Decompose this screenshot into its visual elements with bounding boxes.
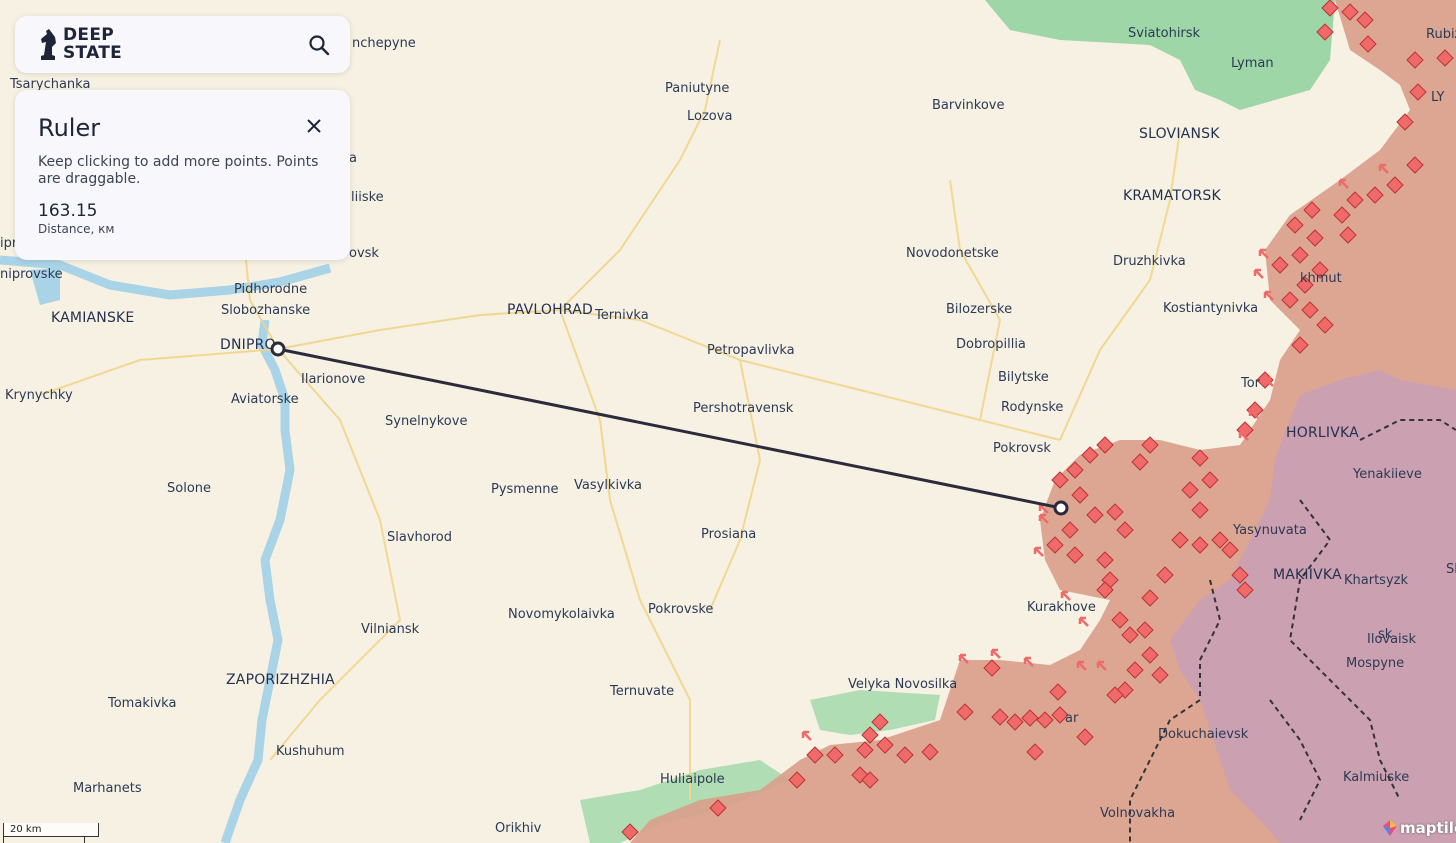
place-label: Petropavlivka <box>707 343 795 358</box>
place-label: ovsk <box>349 246 379 261</box>
place-label: sk <box>1378 627 1393 642</box>
place-label: Kalmiuske <box>1343 770 1409 785</box>
place-label: HORLIVKA <box>1286 425 1359 441</box>
place-label: ZAPORIZHZHIA <box>226 672 335 688</box>
place-label: Vasylkivka <box>574 478 642 493</box>
place-label: Mospyne <box>1346 656 1404 671</box>
attribution-text: maptiler <box>1400 819 1456 837</box>
ruler-distance-label: Distance, км <box>38 222 115 236</box>
place-label: Slobozhanske <box>221 303 310 318</box>
place-label: Aviatorske <box>231 392 299 407</box>
place-label: Pysmenne <box>491 482 558 497</box>
place-label: Pershotravensk <box>693 401 794 416</box>
place-label: Tomakivka <box>107 696 176 711</box>
place-label: Dokuchaievsk <box>1158 727 1249 742</box>
place-label: Sl <box>1446 562 1456 577</box>
place-label: Velyka Novosilka <box>848 677 957 692</box>
ruler-panel: Ruler Keep clicking to add more points. … <box>15 90 350 260</box>
brand-line-2: STATE <box>63 43 123 63</box>
place-label: Khartsyzk <box>1344 573 1408 588</box>
place-label: Novodonetske <box>906 246 999 261</box>
place-label: Yasynuvata <box>1232 523 1307 538</box>
place-label: Volnovakha <box>1100 806 1175 821</box>
ruler-point-end[interactable] <box>1053 500 1069 516</box>
ruler-point-start[interactable] <box>270 341 286 357</box>
place-label: Marhanets <box>73 781 142 796</box>
knight-icon <box>41 29 56 60</box>
place-label: DNIPRO <box>220 337 276 353</box>
place-label: Barvinkove <box>932 98 1004 113</box>
place-label: Rubiz <box>1426 27 1456 42</box>
place-label: Pokrovske <box>648 602 713 617</box>
ruler-distance-value: 163.15 <box>38 201 98 221</box>
place-label: liiske <box>351 190 384 205</box>
scale-bar: 20 km <box>3 823 99 837</box>
place-label: SLOVIANSK <box>1139 126 1220 142</box>
place-label: Novomykolaivka <box>508 607 615 622</box>
close-icon[interactable] <box>306 118 322 134</box>
place-label: Vilniansk <box>361 622 420 637</box>
top-bar: DEEP STATE <box>15 16 350 73</box>
place-label: KRAMATORSK <box>1123 188 1221 204</box>
place-label: Yenakiieve <box>1352 467 1422 482</box>
place-label: Bilytske <box>998 370 1049 385</box>
place-label: nchepyne <box>352 36 416 51</box>
place-label: Lozova <box>687 109 732 124</box>
place-label: Dobropillia <box>956 337 1026 352</box>
maptiler-logo-icon <box>1383 820 1397 836</box>
place-label: Druzhkivka <box>1113 254 1186 269</box>
maptiler-attribution[interactable]: maptiler <box>1380 818 1456 838</box>
place-label: Ternivka <box>594 308 649 323</box>
place-label: Kurakhove <box>1027 600 1096 615</box>
ruler-title: Ruler <box>38 114 101 142</box>
place-label: Ilarionove <box>301 372 365 387</box>
place-label: Kushuhum <box>276 744 345 759</box>
place-label: Orikhiv <box>495 821 542 836</box>
logo[interactable]: DEEP STATE <box>37 26 122 62</box>
place-label: a <box>349 151 357 166</box>
place-label: Prosiana <box>701 527 756 542</box>
place-label: PAVLOHRAD <box>507 302 593 318</box>
place-label: Pidhorodne <box>234 282 307 297</box>
place-label: Lyman <box>1231 56 1274 71</box>
place-label: Tor <box>1240 376 1261 391</box>
place-label: Slavhorod <box>387 530 452 545</box>
scale-bar-secondary <box>3 837 85 843</box>
place-label: Ternuvate <box>609 684 674 699</box>
brand-line-1: DEEP <box>63 25 114 45</box>
search-icon[interactable] <box>308 34 330 56</box>
place-label: Bilozerske <box>946 302 1012 317</box>
place-label: khmut <box>1300 271 1342 286</box>
place-label: Synelnykove <box>385 414 467 429</box>
place-label: Paniutyne <box>665 81 729 96</box>
place-label: MAKIIVKA <box>1273 567 1342 583</box>
ruler-hint: Keep clicking to add more points. Points… <box>38 154 319 187</box>
place-label: Krynychky <box>5 388 73 403</box>
place-label: Pokrovsk <box>993 441 1051 456</box>
place-label: Kostiantynivka <box>1163 301 1258 316</box>
place-label: niprovske <box>0 267 63 282</box>
place-label: KAMIANSKE <box>51 310 134 326</box>
place-label: Rodynske <box>1001 400 1063 415</box>
place-label: Solone <box>167 481 211 496</box>
place-label: ar <box>1065 711 1079 726</box>
place-label: Huliaipole <box>660 772 725 787</box>
place-label: Sviatohirsk <box>1128 26 1201 41</box>
place-label: LY <box>1431 90 1445 105</box>
